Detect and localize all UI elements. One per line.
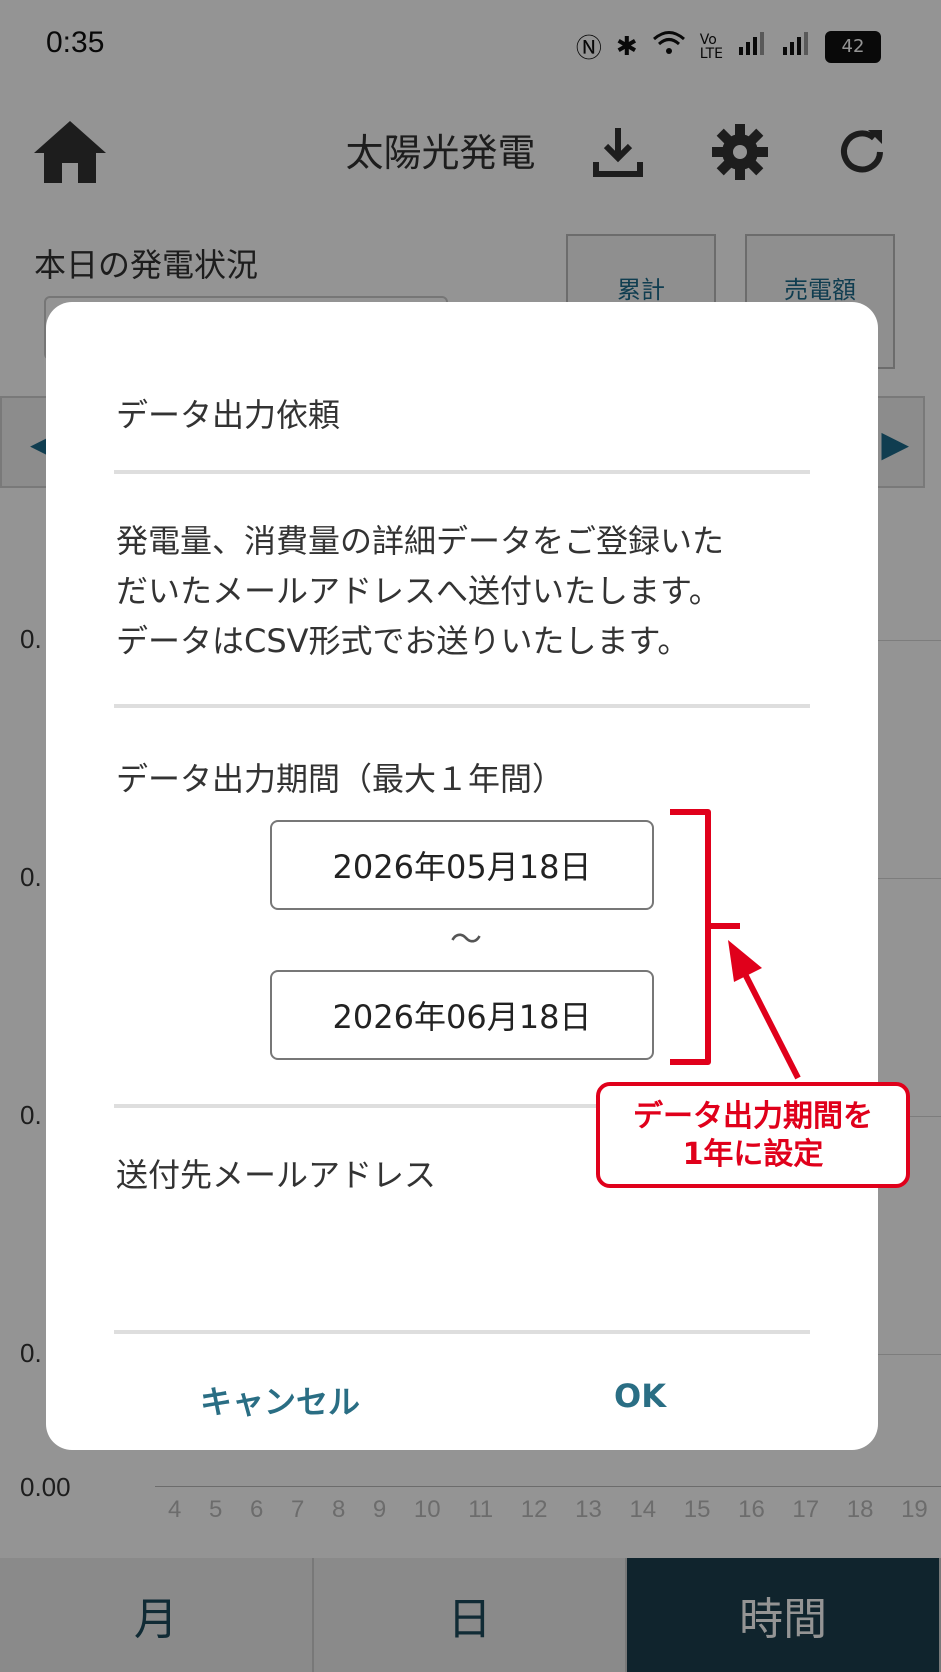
export-period-label: データ出力期間（最大１年間）	[116, 760, 565, 798]
cancel-button[interactable]: キャンセル	[200, 1377, 360, 1423]
divider	[114, 704, 810, 708]
description-line: だいたメールアドレスへ送付いたします。	[116, 572, 721, 610]
ok-button[interactable]: OK	[614, 1377, 666, 1415]
description-line: 発電量、消費量の詳細データをご登録いた	[116, 522, 725, 560]
dialog-title: データ出力依頼	[116, 396, 341, 434]
divider	[114, 470, 810, 474]
annotation-callout: データ出力期間を 1年に設定	[596, 1082, 910, 1188]
data-export-dialog: データ出力依頼 発電量、消費量の詳細データをご登録いた だいたメールアドレスへ送…	[46, 302, 878, 1450]
callout-line: データ出力期間を	[633, 1099, 873, 1134]
destination-email-label: 送付先メールアドレス	[116, 1156, 437, 1194]
date-range-separator: 〜	[450, 920, 483, 958]
end-date-field[interactable]: 2026年06月18日	[270, 970, 654, 1060]
start-date-field[interactable]: 2026年05月18日	[270, 820, 654, 910]
dialog-description: 発電量、消費量の詳細データをご登録いた だいたメールアドレスへ送付いたします。 …	[116, 516, 806, 666]
description-line: データはCSV形式でお送りいたします。	[116, 622, 690, 660]
divider	[114, 1330, 810, 1334]
callout-line: 1年に設定	[682, 1137, 824, 1172]
